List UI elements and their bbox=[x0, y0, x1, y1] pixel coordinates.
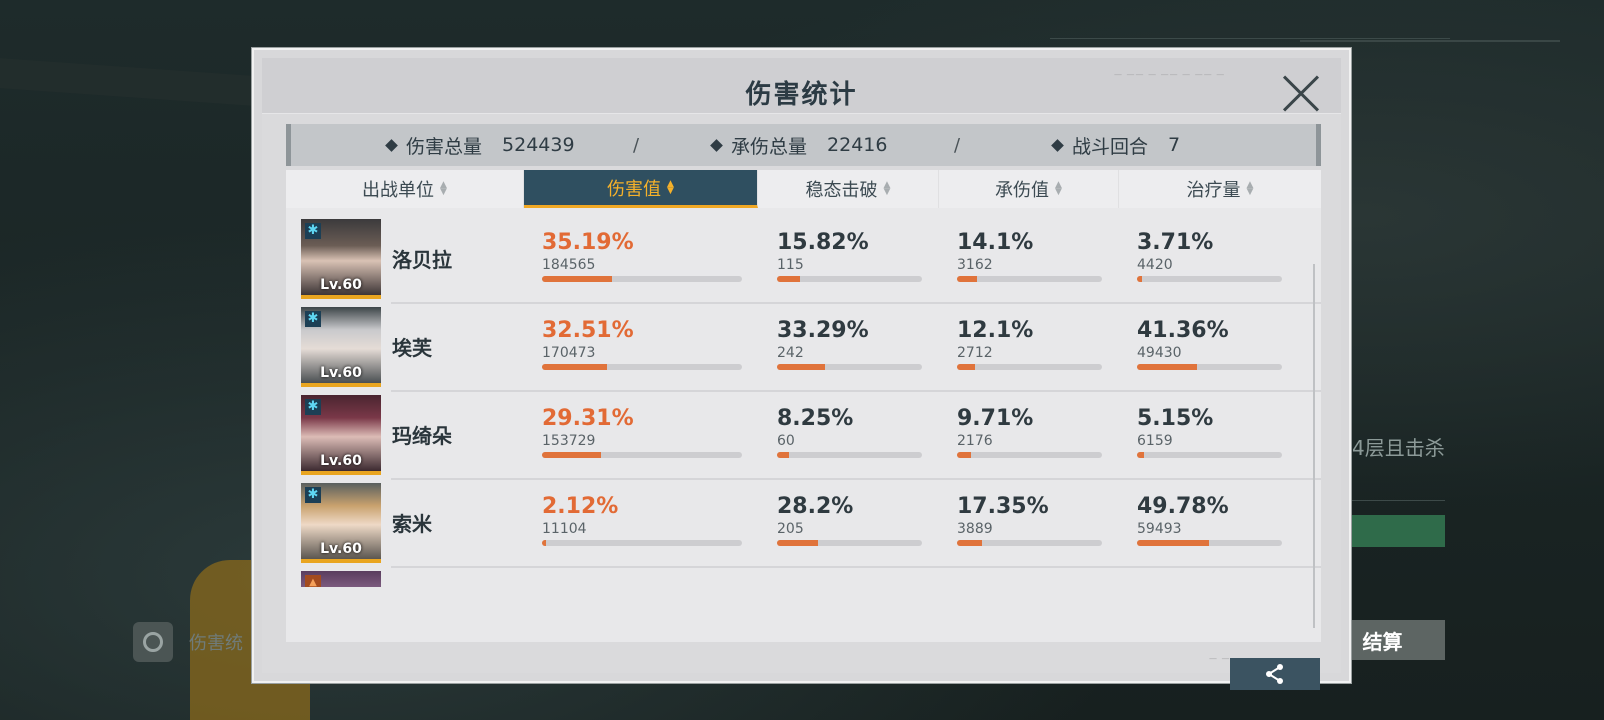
table-row[interactable]: ✱ Lv.60 洛贝拉 35.19% 184565 15.82% 115 14.… bbox=[286, 216, 1321, 304]
bg-objective-text: 4层且击杀 bbox=[1352, 436, 1445, 460]
damage-cell: 2.12% 11104 bbox=[542, 494, 742, 546]
damage-bar bbox=[542, 276, 742, 282]
decorative-text: — —— — —— — —— — bbox=[1114, 70, 1226, 79]
level-label: Lv.60 bbox=[320, 365, 362, 381]
column-break[interactable]: 稳态击破 ▲ ▼ bbox=[758, 170, 939, 208]
ice-element-icon: ✱ bbox=[305, 311, 321, 327]
unit-name: 索米 bbox=[392, 512, 432, 536]
diamond-icon bbox=[385, 138, 398, 152]
ice-element-icon: ✱ bbox=[305, 487, 321, 503]
level-label: Lv.60 bbox=[320, 277, 362, 293]
table-row[interactable]: ✱ Lv.60 埃芙 32.51% 170473 33.29% 242 12.1… bbox=[286, 304, 1321, 392]
bg-line bbox=[1050, 38, 1450, 39]
modal-title: 伤害统计 bbox=[745, 80, 858, 110]
taken-bar bbox=[957, 540, 1102, 546]
share-icon bbox=[1266, 664, 1283, 684]
bg-line bbox=[1300, 40, 1560, 42]
break-bar bbox=[777, 540, 922, 546]
bg-divider bbox=[1352, 500, 1445, 501]
stats-table: 出战单位 ▲ ▼ 伤害值 ▲ ▼ 稳态击破 ▲ ▼ 承伤值 ▲ ▼ 治疗量 ▲ ▼ ✱ Lv.60 bbox=[286, 170, 1321, 642]
table-row[interactable]: ✱ Lv.60 索米 2.12% 11104 28.2% 205 17.35% … bbox=[286, 480, 1321, 568]
sort-icon: ▲ ▼ bbox=[1246, 180, 1254, 197]
heal-cell: 5.15% 6159 bbox=[1137, 406, 1282, 458]
break-bar bbox=[777, 276, 922, 282]
taken-cell: 9.71% 2176 bbox=[957, 406, 1102, 458]
break-bar bbox=[777, 364, 922, 370]
taken-cell: 12.1% 2712 bbox=[957, 318, 1102, 370]
ice-element-icon: ✱ bbox=[305, 399, 321, 415]
summary-total-damage: 伤害总量 524439 bbox=[385, 132, 575, 159]
level-label: Lv.60 bbox=[320, 541, 362, 557]
diamond-icon bbox=[710, 138, 723, 152]
break-cell: 33.29% 242 bbox=[777, 318, 922, 370]
heal-cell: 3.71% 4420 bbox=[1137, 230, 1282, 282]
taken-cell: 14.1% 3162 bbox=[957, 230, 1102, 282]
break-cell: 8.25% 60 bbox=[777, 406, 922, 458]
avatar: ▲ bbox=[301, 571, 381, 587]
scrollbar[interactable] bbox=[1313, 264, 1315, 628]
break-cell: 28.2% 205 bbox=[777, 494, 922, 546]
taken-bar bbox=[957, 364, 1102, 370]
damage-cell: 29.31% 153729 bbox=[542, 406, 742, 458]
taken-bar bbox=[957, 276, 1102, 282]
diamond-icon bbox=[1051, 138, 1064, 152]
damage-stats-label: 伤害统 bbox=[189, 633, 243, 654]
damage-bar bbox=[542, 540, 742, 546]
damage-stats-button[interactable]: 伤害统 bbox=[133, 622, 243, 662]
share-button[interactable] bbox=[1230, 658, 1320, 690]
separator: / bbox=[633, 134, 640, 156]
avatar: ✱ Lv.60 bbox=[301, 307, 381, 387]
column-taken[interactable]: 承伤值 ▲ ▼ bbox=[939, 170, 1119, 208]
sort-icon: ▲ ▼ bbox=[1055, 180, 1062, 197]
column-unit[interactable]: 出战单位 ▲ ▼ bbox=[286, 170, 524, 208]
damage-stats-modal: 伤害统计 — —— — —— — —— — — —— — —— — —— 伤害总… bbox=[252, 48, 1351, 690]
column-heal[interactable]: 治疗量 ▲ ▼ bbox=[1119, 170, 1321, 208]
stats-icon bbox=[133, 622, 173, 662]
break-cell: 15.82% 115 bbox=[777, 230, 922, 282]
level-label: Lv.60 bbox=[320, 453, 362, 469]
sort-icon: ▲ ▼ bbox=[883, 180, 891, 197]
damage-cell: 32.51% 170473 bbox=[542, 318, 742, 370]
heal-cell: 41.36% 49430 bbox=[1137, 318, 1282, 370]
sort-icon: ▲ ▼ bbox=[667, 178, 674, 196]
table-row-partial[interactable]: ▲ bbox=[286, 568, 1321, 588]
bg-progress-bar bbox=[1352, 515, 1445, 547]
summary-total-taken: 承伤总量 22416 bbox=[710, 132, 887, 159]
heal-bar bbox=[1137, 540, 1282, 546]
column-damage[interactable]: 伤害值 ▲ ▼ bbox=[524, 170, 758, 208]
taken-bar bbox=[957, 452, 1102, 458]
modal-header: 伤害统计 bbox=[262, 58, 1341, 114]
ice-element-icon: ✱ bbox=[305, 223, 321, 239]
unit-name: 洛贝拉 bbox=[392, 248, 452, 272]
unit-name: 埃芙 bbox=[392, 336, 432, 360]
summary-rounds: 战斗回合 7 bbox=[1051, 132, 1180, 159]
taken-cell: 17.35% 3889 bbox=[957, 494, 1102, 546]
unit-name: 玛绮朵 bbox=[392, 424, 452, 448]
damage-bar bbox=[542, 364, 742, 370]
break-bar bbox=[777, 452, 922, 458]
heal-bar bbox=[1137, 452, 1282, 458]
heal-bar bbox=[1137, 364, 1282, 370]
damage-bar bbox=[542, 452, 742, 458]
avatar: ✱ Lv.60 bbox=[301, 483, 381, 563]
avatar: ✱ Lv.60 bbox=[301, 219, 381, 299]
table-row[interactable]: ✱ Lv.60 玛绮朵 29.31% 153729 8.25% 60 9.71%… bbox=[286, 392, 1321, 480]
sort-icon: ▲ ▼ bbox=[440, 180, 447, 197]
table-rows: ✱ Lv.60 洛贝拉 35.19% 184565 15.82% 115 14.… bbox=[286, 216, 1321, 642]
summary-bar: 伤害总量 524439 / 承伤总量 22416 / 战斗回合 7 bbox=[286, 124, 1321, 166]
close-icon[interactable] bbox=[1281, 74, 1321, 114]
table-header: 出战单位 ▲ ▼ 伤害值 ▲ ▼ 稳态击破 ▲ ▼ 承伤值 ▲ ▼ 治疗量 ▲ ▼ bbox=[286, 170, 1321, 208]
heal-bar bbox=[1137, 276, 1282, 282]
damage-cell: 35.19% 184565 bbox=[542, 230, 742, 282]
separator: / bbox=[954, 134, 961, 156]
avatar: ✱ Lv.60 bbox=[301, 395, 381, 475]
fire-element-icon: ▲ bbox=[305, 575, 321, 587]
heal-cell: 49.78% 59493 bbox=[1137, 494, 1282, 546]
